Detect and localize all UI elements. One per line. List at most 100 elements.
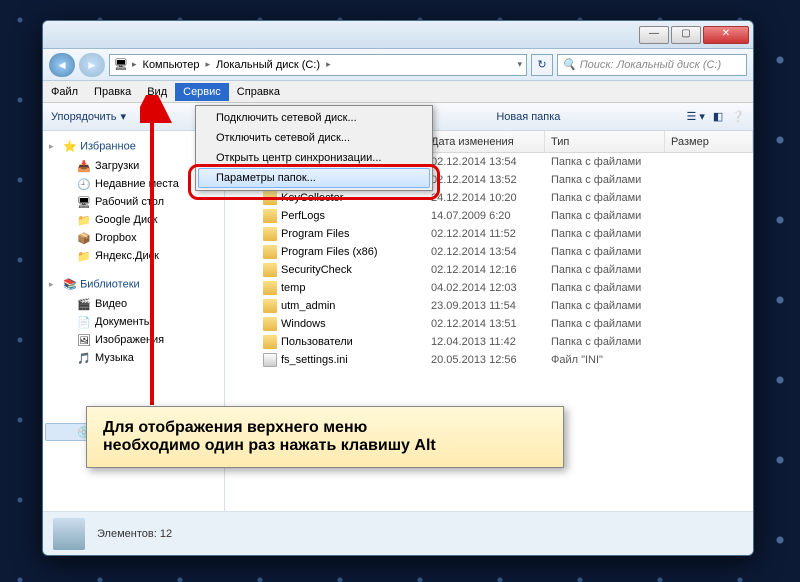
breadcrumb-drive[interactable]: Локальный диск (C:) bbox=[214, 57, 322, 73]
help-button[interactable]: ❔ bbox=[731, 110, 745, 123]
sidebar-group-libraries[interactable]: 📚 Библиотеки bbox=[45, 275, 222, 295]
menu-item-connect-network-drive[interactable]: Подключить сетевой диск... bbox=[198, 108, 430, 128]
chevron-right-icon: ▸ bbox=[132, 59, 137, 70]
table-row[interactable]: PerfLogs 14.07.2009 6:20Папка с файлами bbox=[225, 207, 753, 225]
status-count: Элементов: 12 bbox=[97, 528, 172, 540]
folder-icon bbox=[263, 335, 277, 349]
sidebar-item-pictures[interactable]: 🖼Изображения bbox=[45, 331, 222, 349]
table-row[interactable]: utm_admin 23.09.2013 11:54Папка с файлами bbox=[225, 297, 753, 315]
file-name: KeyCollector bbox=[281, 192, 343, 204]
breadcrumb[interactable]: 🖥 ▸ Компьютер ▸ Локальный диск (C:) ▸ ▾ bbox=[109, 54, 527, 76]
sidebar-item-googledrive[interactable]: 📁Google Диск bbox=[45, 211, 222, 229]
menu-item-open-sync-center[interactable]: Открыть центр синхронизации... bbox=[198, 148, 430, 168]
folder-icon bbox=[263, 317, 277, 331]
menu-service[interactable]: Сервис bbox=[175, 83, 229, 101]
desktop-icon: 🖥 bbox=[77, 195, 91, 209]
file-date: 02.12.2014 11:52 bbox=[425, 227, 545, 241]
explorer-window: — ▢ ✕ ◄ ► 🖥 ▸ Компьютер ▸ Локальный диск… bbox=[42, 20, 754, 556]
file-name: temp bbox=[281, 282, 305, 294]
file-date: 23.09.2013 11:54 bbox=[425, 299, 545, 313]
file-icon bbox=[263, 353, 277, 367]
file-date: 02.12.2014 13:52 bbox=[425, 173, 545, 187]
file-type: Папка с файлами bbox=[545, 263, 665, 277]
folder-icon bbox=[263, 245, 277, 259]
maximize-button[interactable]: ▢ bbox=[671, 26, 701, 44]
file-type: Папка с файлами bbox=[545, 209, 665, 223]
table-row[interactable]: Program Files02.12.2014 11:52Папка с фай… bbox=[225, 225, 753, 243]
file-type: Папка с файлами bbox=[545, 335, 665, 349]
file-type: Папка с файлами bbox=[545, 317, 665, 331]
file-date: 04.02.2014 12:03 bbox=[425, 281, 545, 295]
picture-icon: 🖼 bbox=[77, 333, 91, 347]
search-placeholder: Поиск: Локальный диск (C:) bbox=[580, 59, 721, 71]
file-type: Папка с файлами bbox=[545, 299, 665, 313]
file-date: 02.12.2014 13:54 bbox=[425, 245, 545, 259]
table-row[interactable]: Пользователи12.04.2013 11:42Папка с файл… bbox=[225, 333, 753, 351]
file-date: 02.12.2014 13:54 bbox=[425, 155, 545, 169]
organize-button[interactable]: Упорядочить ▾ bbox=[51, 110, 126, 123]
sidebar-item-music[interactable]: 🎵Музыка bbox=[45, 349, 222, 367]
close-button[interactable]: ✕ bbox=[703, 26, 749, 44]
preview-pane-button[interactable]: ◧ bbox=[713, 110, 723, 123]
callout-line1: Для отображения верхнего меню bbox=[103, 419, 547, 437]
callout-line2: необходимо один раз нажать клавишу Alt bbox=[103, 437, 547, 455]
file-type: Папка с файлами bbox=[545, 281, 665, 295]
table-row[interactable]: SecurityCheck02.12.2014 12:16Папка с фай… bbox=[225, 261, 753, 279]
sidebar-item-documents[interactable]: 📄Документы bbox=[45, 313, 222, 331]
refresh-button[interactable]: ↻ bbox=[531, 54, 553, 76]
file-date: 14.07.2009 6:20 bbox=[425, 209, 545, 223]
menu-item-disconnect-network-drive[interactable]: Отключить сетевой диск... bbox=[198, 128, 430, 148]
address-bar: ◄ ► 🖥 ▸ Компьютер ▸ Локальный диск (C:) … bbox=[43, 49, 753, 81]
table-row[interactable]: Windows02.12.2014 13:51Папка с файлами bbox=[225, 315, 753, 333]
file-date: 02.12.2014 12:16 bbox=[425, 263, 545, 277]
menu-view[interactable]: Вид bbox=[139, 83, 175, 101]
folder-icon bbox=[263, 209, 277, 223]
document-icon: 📄 bbox=[77, 315, 91, 329]
table-row[interactable]: temp 04.02.2014 12:03Папка с файлами bbox=[225, 279, 753, 297]
table-row[interactable]: fs_settings.ini20.05.2013 12:56Файл "INI… bbox=[225, 351, 753, 369]
file-type: Папка с файлами bbox=[545, 191, 665, 205]
minimize-button[interactable]: — bbox=[639, 26, 669, 44]
music-icon: 🎵 bbox=[77, 351, 91, 365]
video-icon: 🎬 bbox=[77, 297, 91, 311]
chevron-down-icon: ▾ bbox=[120, 110, 126, 123]
search-input[interactable]: 🔍 Поиск: Локальный диск (C:) bbox=[557, 54, 747, 76]
file-date: 20.05.2013 12:56 bbox=[425, 353, 545, 367]
view-options-button[interactable]: ☰ ▾ bbox=[686, 110, 704, 123]
status-bar: Элементов: 12 bbox=[43, 511, 753, 555]
recent-icon: 🕘 bbox=[77, 177, 91, 191]
drive-icon bbox=[53, 518, 85, 550]
sidebar-item-dropbox[interactable]: 📦Dropbox bbox=[45, 229, 222, 247]
new-folder-button[interactable]: Новая папка bbox=[496, 111, 560, 123]
column-size[interactable]: Размер bbox=[665, 131, 753, 152]
sidebar-item-yandexdisk[interactable]: 📁Яндекс.Диск bbox=[45, 247, 222, 265]
folder-icon bbox=[263, 281, 277, 295]
chevron-right-icon: ▸ bbox=[205, 59, 210, 70]
file-name: Program Files (x86) bbox=[281, 246, 378, 258]
breadcrumb-computer[interactable]: Компьютер bbox=[141, 57, 202, 73]
file-type: Папка с файлами bbox=[545, 155, 665, 169]
file-date: 12.04.2013 11:42 bbox=[425, 335, 545, 349]
column-date[interactable]: Дата изменения bbox=[425, 131, 545, 152]
menu-bar: Файл Правка Вид Сервис Справка bbox=[43, 81, 753, 103]
sidebar-item-desktop[interactable]: 🖥Рабочий стол bbox=[45, 193, 222, 211]
chevron-down-icon[interactable]: ▾ bbox=[517, 59, 522, 70]
computer-icon: 🖥 bbox=[114, 58, 128, 72]
table-row[interactable]: KeyCollector24.12.2014 10:20Папка с файл… bbox=[225, 189, 753, 207]
menu-edit[interactable]: Правка bbox=[86, 83, 139, 101]
chevron-right-icon: ▸ bbox=[326, 59, 331, 70]
menu-help[interactable]: Справка bbox=[229, 83, 288, 101]
file-name: PerfLogs bbox=[281, 210, 325, 222]
folder-icon bbox=[263, 227, 277, 241]
sidebar-item-video[interactable]: 🎬Видео bbox=[45, 295, 222, 313]
file-name: utm_admin bbox=[281, 300, 335, 312]
table-row[interactable]: Program Files (x86)02.12.2014 13:54Папка… bbox=[225, 243, 753, 261]
menu-item-folder-options[interactable]: Параметры папок... bbox=[198, 168, 430, 188]
nav-forward-button[interactable]: ► bbox=[79, 53, 105, 77]
file-name: Program Files bbox=[281, 228, 349, 240]
file-type: Файл "INI" bbox=[545, 353, 665, 367]
nav-back-button[interactable]: ◄ bbox=[49, 53, 75, 77]
titlebar: — ▢ ✕ bbox=[43, 21, 753, 49]
column-type[interactable]: Тип bbox=[545, 131, 665, 152]
menu-file[interactable]: Файл bbox=[43, 83, 86, 101]
